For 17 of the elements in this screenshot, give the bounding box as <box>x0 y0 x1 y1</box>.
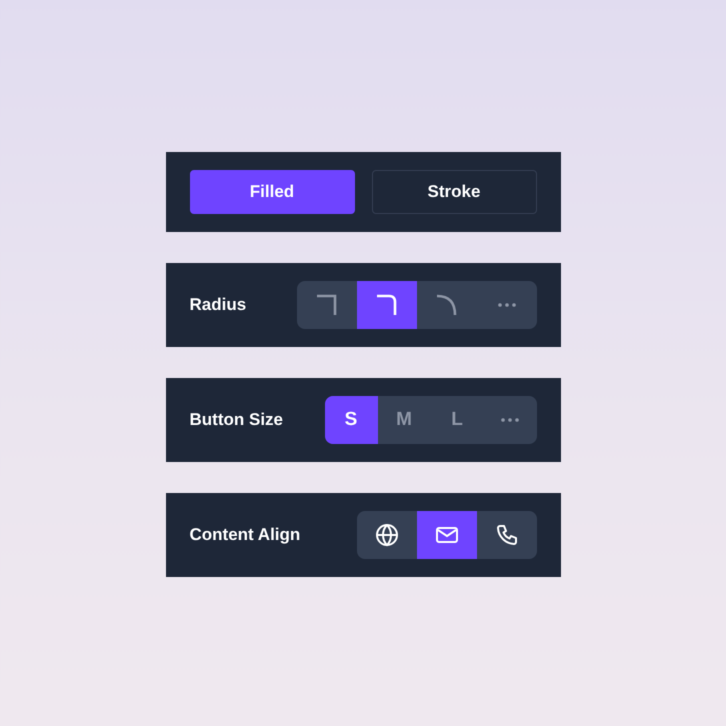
sharp-corner-icon <box>314 293 338 317</box>
segment-option[interactable]: M <box>378 396 430 444</box>
row-label: Radius <box>190 295 246 315</box>
more-icon <box>501 418 519 422</box>
style-button[interactable]: Stroke <box>372 170 536 214</box>
segment-option[interactable]: L <box>430 396 484 444</box>
row-label: Content Align <box>190 525 300 545</box>
style-button[interactable]: Filled <box>190 170 354 214</box>
segment-option[interactable] <box>356 281 416 329</box>
rounded-corner-icon <box>374 293 398 317</box>
phone-icon <box>494 523 518 547</box>
curved-corner-icon <box>434 293 458 317</box>
globe-icon <box>374 523 398 547</box>
row-label: Button Size <box>190 410 283 430</box>
segment-option[interactable]: S <box>324 396 378 444</box>
more-icon <box>498 303 516 307</box>
segment-option[interactable] <box>416 511 476 559</box>
